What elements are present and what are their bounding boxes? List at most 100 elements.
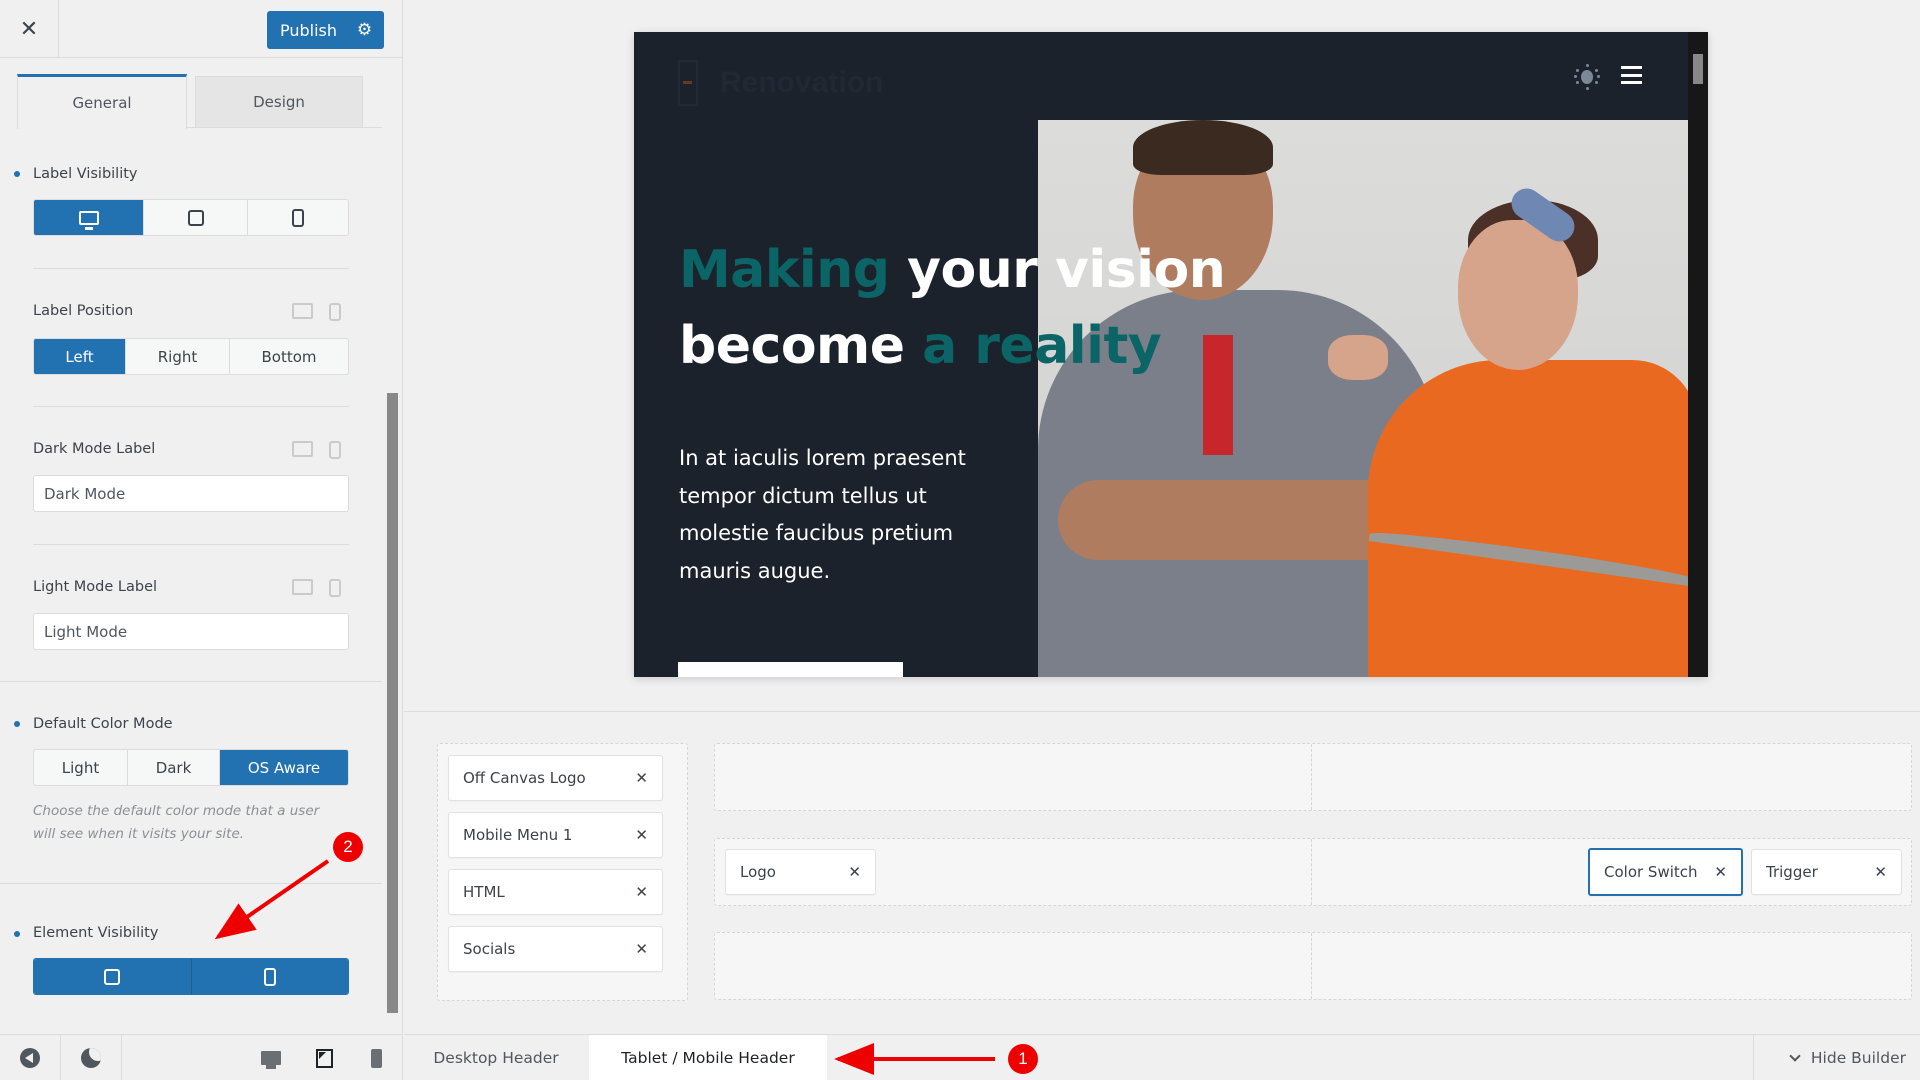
dark-mode-label-title: Dark Mode Label (33, 441, 156, 457)
desktop-icon[interactable] (292, 303, 313, 319)
offcanvas-zone[interactable]: Off Canvas Logo ✕ Mobile Menu 1 ✕ HTML ✕ So… (437, 743, 688, 1001)
responsive-switcher (292, 579, 341, 597)
default-color-mode-title: Default Color Mode (33, 716, 173, 732)
builder-item-socials[interactable]: Socials ✕ (448, 926, 663, 972)
annotation-badge-2: 2 (333, 832, 363, 862)
desktop-icon (78, 210, 99, 230)
close-icon[interactable]: ✕ (635, 883, 648, 901)
item-label: Color Switch (1604, 863, 1698, 881)
hero-body-text: In at iaculis lorem praesent tempor dict… (679, 446, 966, 583)
chevron-down-icon (1789, 1049, 1801, 1062)
hero-photo-shape (1328, 335, 1388, 380)
close-icon[interactable]: ✕ (1714, 863, 1727, 881)
divider (33, 406, 349, 407)
item-label: HTML (463, 883, 505, 901)
element-visibility-tablet[interactable] (34, 959, 192, 994)
preview-mobile-button[interactable] (361, 1035, 391, 1080)
mobile-icon (263, 967, 276, 986)
builder-item-off-canvas-logo[interactable]: Off Canvas Logo ✕ (448, 755, 663, 801)
tablet-icon (187, 209, 204, 226)
preview-tablet-button[interactable] (309, 1035, 339, 1080)
label-position-toggle: Left Right Bottom (33, 338, 349, 375)
settings-tabs: General Design (17, 74, 382, 129)
preview-scrollbar[interactable] (1688, 32, 1708, 677)
builder-item-trigger[interactable]: Trigger ✕ (1751, 849, 1902, 895)
preview-desktop-button[interactable] (256, 1035, 286, 1080)
gear-icon[interactable]: ⚙ (345, 20, 384, 40)
modified-indicator (14, 931, 20, 937)
modified-indicator (14, 171, 20, 177)
element-visibility-mobile[interactable] (191, 959, 348, 994)
dark-mode-toggle[interactable] (61, 1035, 122, 1080)
mobile-icon[interactable] (329, 303, 341, 321)
label-visibility-mobile[interactable] (248, 200, 348, 235)
dark-mode-label-input[interactable] (33, 475, 349, 512)
close-icon[interactable]: ✕ (1874, 863, 1887, 881)
light-mode-label-input[interactable] (33, 613, 349, 650)
label-position-right[interactable]: Right (126, 339, 230, 374)
back-circle-icon (20, 1048, 40, 1068)
close-icon[interactable]: ✕ (848, 863, 861, 881)
label-position-bottom[interactable]: Bottom (230, 339, 348, 374)
label-position-left[interactable]: Left (34, 339, 126, 374)
publish-button[interactable]: Publish ⚙ (267, 11, 384, 49)
color-mode-os-aware[interactable]: OS Aware (220, 750, 348, 785)
close-icon[interactable]: ✕ (635, 769, 648, 787)
hero-image (1038, 120, 1688, 677)
main-row-zone[interactable]: Logo ✕ Color Switch ✕ Trigger ✕ (714, 838, 1912, 906)
zone-divider (1311, 839, 1312, 905)
default-color-mode-toggle: Light Dark OS Aware (33, 749, 349, 786)
builder-item-html[interactable]: HTML ✕ (448, 869, 663, 915)
customizer-sidebar: ✕ Publish ⚙ General Design Label Visibil… (0, 0, 403, 1080)
label-visibility-tablet[interactable] (144, 200, 248, 235)
heading-accent: Making (679, 240, 890, 300)
top-row-zone[interactable] (714, 743, 1912, 811)
moon-icon (81, 1048, 101, 1068)
mobile-icon[interactable] (329, 579, 341, 597)
hero-photo-shape (1133, 120, 1273, 175)
label-position-title: Label Position (33, 303, 134, 319)
tab-design[interactable]: Design (195, 76, 363, 128)
tablet-icon (104, 968, 121, 985)
tab-tablet-mobile-header[interactable]: Tablet / Mobile Header (589, 1035, 827, 1080)
color-mode-dark[interactable]: Dark (128, 750, 220, 785)
back-button[interactable] (0, 1035, 61, 1080)
bottom-row-zone[interactable] (714, 932, 1912, 1000)
responsive-switcher (292, 303, 341, 321)
hide-builder-label: Hide Builder (1810, 1049, 1906, 1067)
hero-photo-shape (1458, 220, 1578, 370)
tab-desktop-header[interactable]: Desktop Header (404, 1035, 588, 1080)
hero-photo-shape (1368, 360, 1688, 677)
logo-mark-icon (678, 60, 698, 106)
hero-cta-button[interactable] (678, 662, 903, 677)
default-color-mode-description: Choose the default color mode that a use… (33, 803, 320, 842)
item-label: Mobile Menu 1 (463, 826, 573, 844)
sun-icon[interactable] (1574, 64, 1600, 90)
builder-item-logo[interactable]: Logo ✕ (725, 849, 876, 895)
item-label: Logo (740, 863, 776, 881)
hero-photo-shape (1058, 480, 1418, 560)
close-button[interactable]: ✕ (0, 0, 59, 58)
publish-label: Publish (280, 20, 338, 40)
label-visibility-desktop[interactable] (34, 200, 144, 235)
sidebar-topbar: ✕ Publish ⚙ (0, 0, 403, 58)
close-icon[interactable]: ✕ (635, 940, 648, 958)
item-label: Trigger (1766, 863, 1818, 881)
tab-general[interactable]: General (17, 74, 187, 129)
desktop-icon[interactable] (292, 579, 313, 595)
builder-item-mobile-menu[interactable]: Mobile Menu 1 ✕ (448, 812, 663, 858)
mobile-icon[interactable] (329, 441, 341, 459)
site-logo[interactable]: Renovation (678, 60, 883, 106)
label-visibility-toggle (33, 199, 349, 236)
color-mode-light[interactable]: Light (34, 750, 128, 785)
element-visibility-toggle (33, 958, 349, 995)
light-mode-label-title: Light Mode Label (33, 579, 158, 595)
close-icon[interactable]: ✕ (635, 826, 648, 844)
hamburger-menu-icon[interactable] (1621, 66, 1642, 84)
hide-builder-button[interactable]: Hide Builder (1753, 1035, 1920, 1080)
sidebar-footer (0, 1034, 403, 1080)
builder-item-color-switch[interactable]: Color Switch ✕ (1588, 848, 1743, 896)
desktop-icon[interactable] (292, 441, 313, 457)
divider (33, 544, 349, 545)
sidebar-scrollbar[interactable] (387, 393, 398, 1013)
